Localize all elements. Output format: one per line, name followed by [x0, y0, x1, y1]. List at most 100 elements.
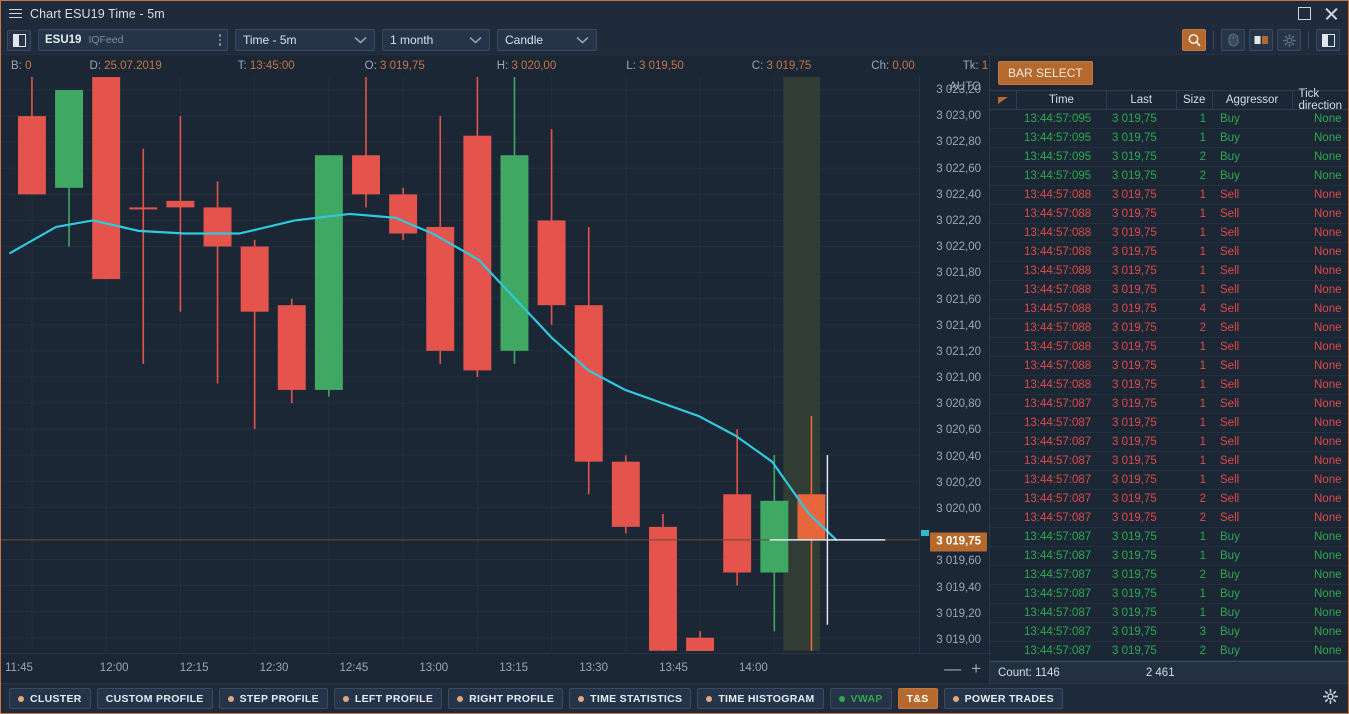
ohlc-key: H:	[497, 60, 509, 72]
gear-icon[interactable]	[1323, 689, 1338, 709]
table-row[interactable]: 13:44:57:0873 019,751BuyNone	[990, 585, 1348, 604]
table-row[interactable]: 13:44:57:0873 019,751SellNone	[990, 471, 1348, 490]
table-row[interactable]: 13:44:57:0873 019,751SellNone	[990, 414, 1348, 433]
sort-flag-icon[interactable]	[990, 91, 1016, 109]
cell-size: 3	[1176, 623, 1212, 641]
table-row[interactable]: 13:44:57:0883 019,751SellNone	[990, 376, 1348, 395]
bottom-button-label: STEP PROFILE	[240, 693, 319, 705]
table-row[interactable]: 13:44:57:0873 019,751BuyNone	[990, 528, 1348, 547]
cell-tick-direction: None	[1292, 623, 1348, 641]
table-row[interactable]: 13:44:57:0953 019,752BuyNone	[990, 148, 1348, 167]
price-tick: 3 021,60	[936, 294, 981, 306]
mouse-icon[interactable]	[1221, 29, 1245, 51]
table-row[interactable]: 13:44:57:0883 019,751SellNone	[990, 243, 1348, 262]
bottom-button-power-trades[interactable]: POWER TRADES	[944, 688, 1063, 709]
maximize-button[interactable]	[1298, 7, 1311, 20]
ohlc-value: 3 019,75	[377, 60, 425, 72]
column-header-tick-direction[interactable]: Tick direction	[1292, 91, 1348, 109]
table-row[interactable]: 13:44:57:0873 019,751SellNone	[990, 452, 1348, 471]
cell-last: 3 019,75	[1106, 167, 1176, 185]
bottom-button-left-profile[interactable]: LEFT PROFILE	[334, 688, 442, 709]
cell-time: 13:44:57:088	[1016, 186, 1106, 204]
cell-aggressor: Sell	[1212, 452, 1292, 470]
price-axis[interactable]: AUTO 3 023,203 023,003 022,803 022,603 0…	[919, 77, 989, 653]
table-row[interactable]: 13:44:57:0873 019,751BuyNone	[990, 604, 1348, 623]
table-row[interactable]: 13:44:57:0883 019,751SellNone	[990, 281, 1348, 300]
column-header-time[interactable]: Time	[1016, 91, 1106, 109]
table-row[interactable]: 13:44:57:0883 019,752SellNone	[990, 319, 1348, 338]
cell-tick-direction: None	[1292, 300, 1348, 318]
tas-row-list[interactable]: 13:44:57:0953 019,751BuyNone13:44:57:095…	[990, 110, 1348, 661]
column-header-size[interactable]: Size	[1176, 91, 1212, 109]
chart-type-select[interactable]: Candle	[497, 29, 597, 51]
gear-icon[interactable]	[1277, 29, 1301, 51]
table-row[interactable]: 13:44:57:0883 019,754SellNone	[990, 300, 1348, 319]
window-controls	[1298, 7, 1342, 20]
bottom-button-time-statistics[interactable]: TIME STATISTICS	[569, 688, 691, 709]
table-row[interactable]: 13:44:57:0873 019,751SellNone	[990, 433, 1348, 452]
table-row[interactable]: 13:44:57:0873 019,752SellNone	[990, 509, 1348, 528]
table-row[interactable]: 13:44:57:0873 019,751SellNone	[990, 395, 1348, 414]
cell-size: 1	[1176, 243, 1212, 261]
layout-icon[interactable]	[1249, 29, 1273, 51]
table-row[interactable]: 13:44:57:0953 019,751BuyNone	[990, 110, 1348, 129]
table-row[interactable]: 13:44:57:0873 019,751BuyNone	[990, 547, 1348, 566]
bottom-button-custom-profile[interactable]: CUSTOM PROFILE	[97, 688, 213, 709]
ohlc-key: D:	[89, 60, 101, 72]
cell-tick-direction: None	[1292, 167, 1348, 185]
status-dot	[706, 696, 712, 702]
zoom-in-button[interactable]: +	[971, 660, 981, 677]
cell-time: 13:44:57:088	[1016, 300, 1106, 318]
table-row[interactable]: 13:44:57:0883 019,751SellNone	[990, 262, 1348, 281]
bottom-button-time-histogram[interactable]: TIME HISTOGRAM	[697, 688, 823, 709]
right-panel-icon[interactable]	[1316, 29, 1340, 51]
candlestick-plot[interactable]	[1, 77, 919, 653]
chart-area: B: 0D: 25.07.2019T: 13:45:00O: 3 019,75H…	[1, 55, 989, 683]
table-row[interactable]: 13:44:57:0873 019,752BuyNone	[990, 642, 1348, 661]
cell-tick-direction: None	[1292, 490, 1348, 508]
table-row[interactable]: 13:44:57:0953 019,752BuyNone	[990, 167, 1348, 186]
cell-tick-direction: None	[1292, 129, 1348, 147]
table-row[interactable]: 13:44:57:0883 019,751SellNone	[990, 205, 1348, 224]
period-select[interactable]: 1 month	[382, 29, 490, 51]
cell-size: 1	[1176, 452, 1212, 470]
bar-select-button[interactable]: BAR SELECT	[998, 61, 1093, 85]
cell-size: 1	[1176, 395, 1212, 413]
cell-size: 1	[1176, 110, 1212, 128]
column-header-aggressor[interactable]: Aggressor	[1212, 91, 1292, 109]
kebab-icon[interactable]	[219, 34, 222, 46]
table-row[interactable]: 13:44:57:0953 019,751BuyNone	[990, 129, 1348, 148]
bottom-button-step-profile[interactable]: STEP PROFILE	[219, 688, 328, 709]
bottom-button-cluster[interactable]: CLUSTER	[9, 688, 91, 709]
chevron-down-icon	[562, 36, 589, 44]
price-tick: 3 023,00	[936, 110, 981, 122]
table-row[interactable]: 13:44:57:0873 019,752SellNone	[990, 490, 1348, 509]
symbol-selector[interactable]: ESU19 IQFeed	[38, 29, 228, 51]
time-axis[interactable]: — + 11:4512:0012:1512:3012:4513:0013:151…	[1, 653, 989, 683]
main-body: B: 0D: 25.07.2019T: 13:45:00O: 3 019,75H…	[1, 55, 1348, 683]
bottom-button-vwap[interactable]: VWAP	[830, 688, 892, 709]
cell-last: 3 019,75	[1106, 186, 1176, 204]
table-row[interactable]: 13:44:57:0883 019,751SellNone	[990, 186, 1348, 205]
cell-aggressor: Sell	[1212, 224, 1292, 242]
cell-time: 13:44:57:088	[1016, 243, 1106, 261]
zoom-out-button[interactable]: —	[944, 660, 961, 677]
timeframe-select[interactable]: Time - 5m	[235, 29, 375, 51]
cell-aggressor: Sell	[1212, 357, 1292, 375]
last-price-badge[interactable]: 3 019,75	[930, 532, 987, 551]
table-row[interactable]: 13:44:57:0883 019,751SellNone	[990, 224, 1348, 243]
column-header-last[interactable]: Last	[1106, 91, 1176, 109]
table-row[interactable]: 13:44:57:0873 019,753BuyNone	[990, 623, 1348, 642]
magnet-icon[interactable]	[1182, 29, 1206, 51]
cell-aggressor: Buy	[1212, 585, 1292, 603]
bottom-button-right-profile[interactable]: RIGHT PROFILE	[448, 688, 563, 709]
table-row[interactable]: 13:44:57:0883 019,751SellNone	[990, 338, 1348, 357]
split-panel-icon[interactable]	[7, 30, 31, 51]
close-icon[interactable]	[1325, 7, 1338, 20]
table-row[interactable]: 13:44:57:0873 019,752BuyNone	[990, 566, 1348, 585]
cell-aggressor: Buy	[1212, 167, 1292, 185]
table-row[interactable]: 13:44:57:0883 019,751SellNone	[990, 357, 1348, 376]
hamburger-icon[interactable]	[9, 8, 23, 20]
bottom-button-t-s[interactable]: T&S	[898, 688, 938, 709]
ohlc-field-l: L: 3 019,50	[626, 60, 684, 72]
